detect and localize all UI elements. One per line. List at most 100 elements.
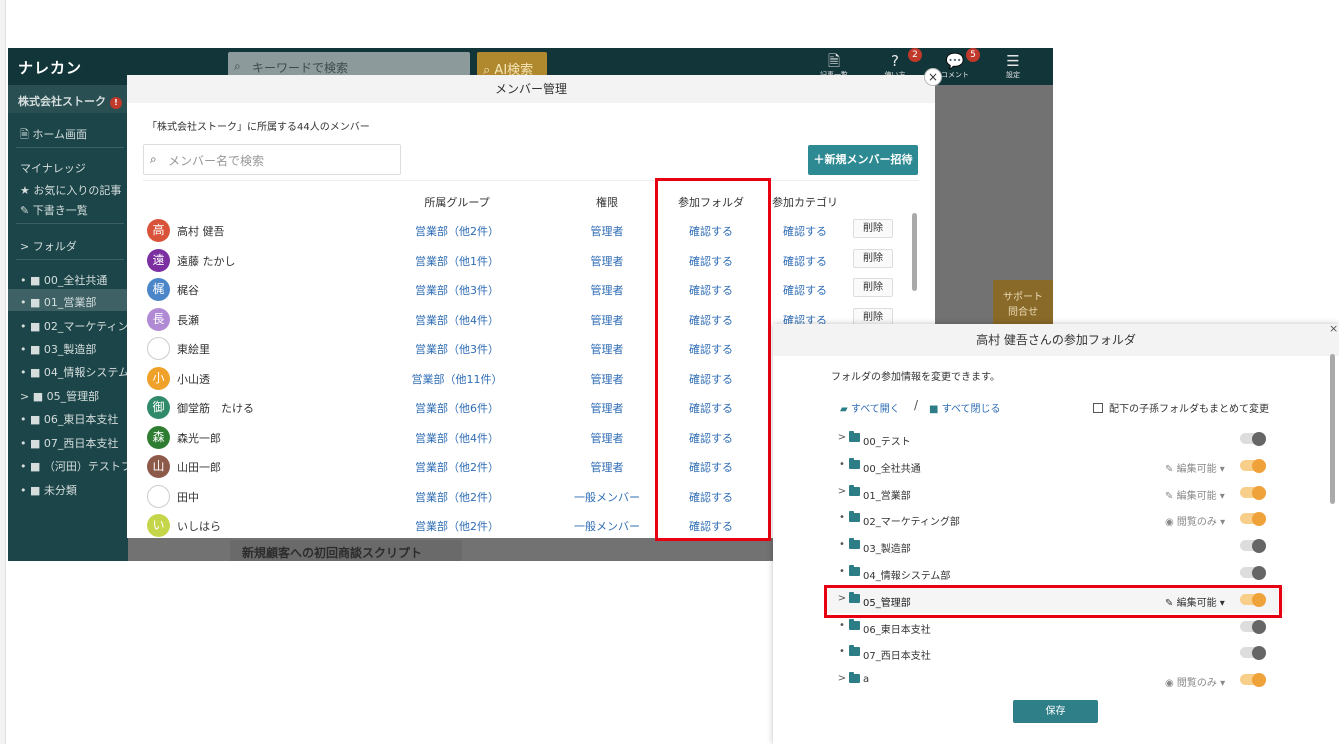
delete-button[interactable]: 削除 <box>853 248 893 268</box>
folder-row[interactable]: > a ◉ 閲覧のみ ▾ <box>825 667 1285 693</box>
column-header-group: 所属グループ <box>424 196 490 209</box>
group-link[interactable]: 営業部（他1件） <box>397 253 517 269</box>
permission-dropdown[interactable]: ◉ 閲覧のみ ▾ <box>1165 513 1225 528</box>
group-link[interactable]: 営業部（他2件） <box>397 459 517 475</box>
include-children-checkbox[interactable]: 配下の子孫フォルダもまとめて変更 <box>1093 400 1269 415</box>
group-link[interactable]: 営業部（他2件） <box>397 489 517 505</box>
sidebar-folder-item[interactable]: • ■ 07_西日本支社 <box>8 430 128 452</box>
keyword-search-placeholder: キーワードで検索 <box>252 61 349 75</box>
sidebar-folder-label: 05_管理部 <box>46 390 100 403</box>
checkbox-icon[interactable] <box>1093 403 1103 413</box>
folder-row[interactable]: • 00_全社共通 ✎ 編集可能 ▾ <box>825 453 1285 479</box>
article-card-title[interactable]: 新規顧客への初回商談スクリプト <box>230 540 462 561</box>
sidebar-folder-item[interactable]: • ■ 00_全社共通 <box>8 267 128 289</box>
sidebar-item-favorites[interactable]: ★ お気に入りの記事 <box>8 177 128 199</box>
permission-dropdown[interactable]: ✎ 編集可能 ▾ <box>1165 460 1225 475</box>
company-switcher[interactable]: 株式会社ストーク! <box>8 85 128 113</box>
sidebar-folder-label: （河田）テストフォルダ <box>43 460 128 473</box>
bullet-icon: • <box>839 512 845 524</box>
permission-dropdown[interactable]: ✎ 編集可能 ▾ <box>1165 487 1225 502</box>
role-link[interactable]: 管理者 <box>567 430 647 446</box>
support-tab[interactable]: サポート 問合せ <box>993 280 1053 326</box>
sidebar-folder-item[interactable]: • ■ 02_マーケティング部 <box>8 313 128 335</box>
star-icon: ★ <box>20 184 30 197</box>
sidebar-item-home[interactable]: 🗎 ホーム画面 <box>8 121 128 143</box>
folder-icon <box>849 672 860 684</box>
folder-icon: ■ <box>30 484 41 497</box>
folder-row[interactable]: >01_営業部 ✎ 編集可能 ▾ <box>825 480 1285 506</box>
permission-dropdown[interactable]: ◉ 閲覧のみ ▾ <box>1165 674 1225 689</box>
folder-icon <box>849 618 860 630</box>
group-link[interactable]: 営業部（他2件） <box>397 518 517 534</box>
sidebar-item-drafts[interactable]: ✎ 下書き一覧 <box>8 197 128 219</box>
sidebar-section-folders[interactable]: > フォルダ <box>8 233 128 255</box>
role-link[interactable]: 管理者 <box>567 253 647 269</box>
role-link[interactable]: 管理者 <box>567 282 647 298</box>
participation-toggle[interactable] <box>1240 458 1266 473</box>
table-row: 梶梶谷 営業部（他3件） 管理者 確認する 確認する 削除 <box>127 275 917 304</box>
close-icon[interactable]: × <box>1329 324 1338 335</box>
save-button[interactable]: 保存 <box>1013 700 1098 723</box>
pencil-icon: ✎ <box>20 204 30 217</box>
role-link[interactable]: 管理者 <box>567 371 647 387</box>
folder-row[interactable]: • 04_情報システム部 <box>825 560 1285 586</box>
member-search-input[interactable]: ⌕ メンバー名で検索 <box>143 144 401 175</box>
sidebar-folder-item[interactable]: • ■ 06_東日本支社 <box>8 406 128 428</box>
folder-list-scrollbar[interactable] <box>1330 354 1335 504</box>
category-confirm-link[interactable]: 確認する <box>765 253 845 269</box>
participation-toggle[interactable] <box>1240 619 1266 634</box>
delete-button[interactable]: 削除 <box>853 278 893 297</box>
participation-toggle[interactable] <box>1240 512 1266 527</box>
group-link[interactable]: 営業部（他3件） <box>397 341 517 357</box>
sidebar-folder-item[interactable]: • ■ 03_製造部 <box>8 336 128 358</box>
sidebar-folder-item[interactable]: • ■ （河田）テストフォルダ <box>8 453 128 475</box>
sidebar-folder-item[interactable]: • ■ 未分類 <box>8 477 128 499</box>
sidebar-folder-item[interactable]: > ■ 05_管理部 <box>8 383 128 405</box>
chevron-right-icon[interactable]: > <box>837 486 847 497</box>
role-link[interactable]: 一般メンバー <box>567 489 647 505</box>
group-link[interactable]: 営業部（他3件） <box>397 282 517 298</box>
sidebar-folder-item[interactable]: • ■ 01_営業部 <box>8 289 128 311</box>
folder-row[interactable]: • 03_製造部 <box>825 533 1285 559</box>
sidebar-folder-item[interactable]: • ■ 04_情報システム部 <box>8 359 128 381</box>
member-list-scrollbar[interactable] <box>912 213 917 291</box>
group-link[interactable]: 営業部（他11件） <box>397 371 517 387</box>
participation-toggle[interactable] <box>1240 566 1266 580</box>
role-link[interactable]: 管理者 <box>567 312 647 328</box>
header-settings-button[interactable]: ☰ 設定 <box>993 52 1033 80</box>
role-link[interactable]: 管理者 <box>567 223 647 239</box>
group-link[interactable]: 営業部（他2件） <box>397 223 517 239</box>
expand-all-button[interactable]: ▰ すべて開く <box>840 400 900 415</box>
close-icon[interactable]: × <box>924 68 942 86</box>
collapse-all-button[interactable]: ■ すべて閉じる <box>929 400 1001 415</box>
member-name: 遠藤 たかし <box>177 254 236 268</box>
delete-button[interactable]: 削除 <box>853 219 893 238</box>
role-link[interactable]: 管理者 <box>567 459 647 475</box>
sidebar-divider <box>16 259 124 260</box>
folder-name: a <box>863 674 870 686</box>
group-link[interactable]: 営業部（他6件） <box>397 400 517 416</box>
participation-toggle[interactable] <box>1240 646 1266 661</box>
participation-toggle[interactable] <box>1240 485 1266 500</box>
eye-icon: ◉ <box>1165 678 1174 690</box>
app-logo[interactable]: ナレカン <box>18 57 82 78</box>
category-confirm-link[interactable]: 確認する <box>765 223 845 239</box>
avatar: 御 <box>147 396 170 419</box>
folder-row[interactable]: • 07_西日本支社 <box>825 640 1285 666</box>
role-link[interactable]: 管理者 <box>567 400 647 416</box>
participation-toggle[interactable] <box>1240 539 1266 554</box>
category-confirm-link[interactable]: 確認する <box>765 282 845 298</box>
chevron-right-icon[interactable]: > <box>837 673 847 684</box>
participation-toggle[interactable] <box>1240 432 1266 446</box>
chevron-right-icon[interactable]: > <box>837 432 847 443</box>
folder-row[interactable]: >00_テスト <box>825 426 1285 452</box>
support-tab-line1: サポート <box>1003 292 1043 303</box>
folder-row[interactable]: • 02_マーケティング部 ◉ 閲覧のみ ▾ <box>825 506 1285 532</box>
role-link[interactable]: 一般メンバー <box>567 518 647 534</box>
invite-member-button[interactable]: ＋新規メンバー招待 <box>808 145 918 175</box>
participation-toggle[interactable] <box>1240 673 1266 688</box>
group-link[interactable]: 営業部（他4件） <box>397 312 517 328</box>
sidebar-drafts-label: 下書き一覧 <box>32 204 88 217</box>
group-link[interactable]: 営業部（他4件） <box>397 430 517 446</box>
role-link[interactable]: 管理者 <box>567 341 647 357</box>
